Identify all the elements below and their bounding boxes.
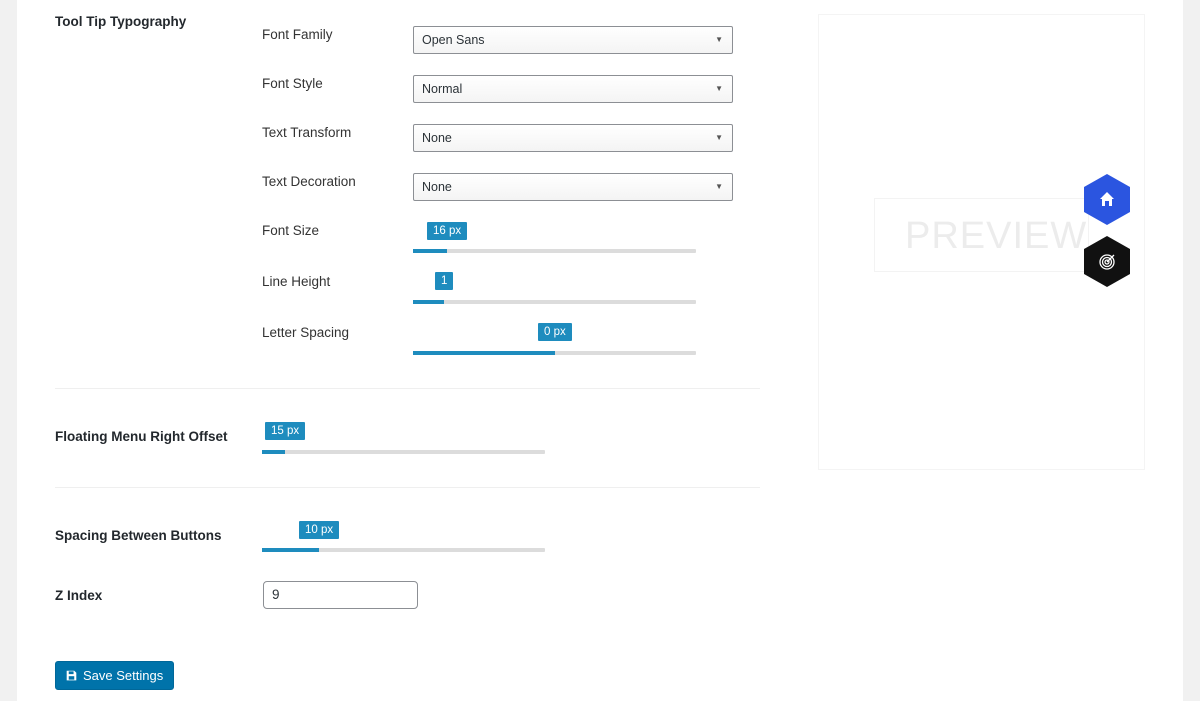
chevron-down-icon: ▼ bbox=[715, 182, 723, 191]
font-family-select[interactable]: Open Sans ▼ bbox=[413, 26, 733, 54]
font-size-value-badge: 16 px bbox=[427, 222, 468, 240]
button-spacing-label: Spacing Between Buttons bbox=[55, 528, 222, 543]
text-transform-value: None bbox=[422, 131, 452, 145]
line-height-value-badge: 1 bbox=[435, 272, 454, 290]
chevron-down-icon: ▼ bbox=[715, 35, 723, 44]
letter-spacing-value-badge: 0 px bbox=[538, 323, 572, 341]
right-offset-value-badge: 15 px bbox=[265, 422, 306, 440]
text-decoration-value: None bbox=[422, 180, 452, 194]
button-spacing-fill bbox=[262, 548, 319, 552]
font-style-label: Font Style bbox=[262, 76, 323, 91]
font-style-select[interactable]: Normal ▼ bbox=[413, 75, 733, 103]
letter-spacing-label: Letter Spacing bbox=[262, 325, 350, 340]
right-offset-label: Floating Menu Right Offset bbox=[55, 429, 228, 444]
text-transform-label: Text Transform bbox=[262, 125, 352, 140]
font-family-label: Font Family bbox=[262, 27, 333, 42]
letter-spacing-fill bbox=[413, 351, 555, 355]
z-index-input[interactable]: 9 bbox=[263, 581, 418, 609]
text-transform-select[interactable]: None ▼ bbox=[413, 124, 733, 152]
z-index-label: Z Index bbox=[55, 588, 103, 603]
preview-frame: PREVIEW bbox=[874, 198, 1089, 272]
preview-text: PREVIEW bbox=[905, 215, 1088, 257]
tooltip-typography-heading: Tool Tip Typography bbox=[55, 14, 187, 29]
save-settings-label: Save Settings bbox=[83, 668, 164, 683]
chevron-down-icon: ▼ bbox=[715, 84, 723, 93]
line-height-label: Line Height bbox=[262, 274, 331, 289]
button-spacing-value-badge: 10 px bbox=[299, 521, 340, 539]
section-divider bbox=[55, 388, 760, 389]
button-spacing-track[interactable] bbox=[262, 548, 545, 552]
right-offset-fill bbox=[262, 450, 285, 454]
text-decoration-label: Text Decoration bbox=[262, 174, 356, 189]
font-size-track[interactable] bbox=[413, 249, 696, 253]
right-offset-track[interactable] bbox=[262, 450, 545, 454]
font-style-value: Normal bbox=[422, 82, 463, 96]
settings-panel: Tool Tip Typography Font Family Open San… bbox=[17, 0, 1183, 701]
font-size-label: Font Size bbox=[262, 223, 320, 238]
target-icon bbox=[1099, 254, 1115, 270]
floating-home-button[interactable] bbox=[1082, 173, 1132, 226]
font-size-fill bbox=[413, 249, 447, 253]
section-divider bbox=[55, 487, 760, 488]
letter-spacing-track[interactable] bbox=[413, 351, 696, 355]
line-height-fill bbox=[413, 300, 444, 304]
chevron-down-icon: ▼ bbox=[715, 133, 723, 142]
font-family-value: Open Sans bbox=[422, 33, 485, 47]
text-decoration-select[interactable]: None ▼ bbox=[413, 173, 733, 201]
line-height-track[interactable] bbox=[413, 300, 696, 304]
save-icon bbox=[66, 670, 77, 681]
floating-target-button[interactable] bbox=[1082, 235, 1132, 288]
save-settings-button[interactable]: Save Settings bbox=[55, 661, 175, 690]
